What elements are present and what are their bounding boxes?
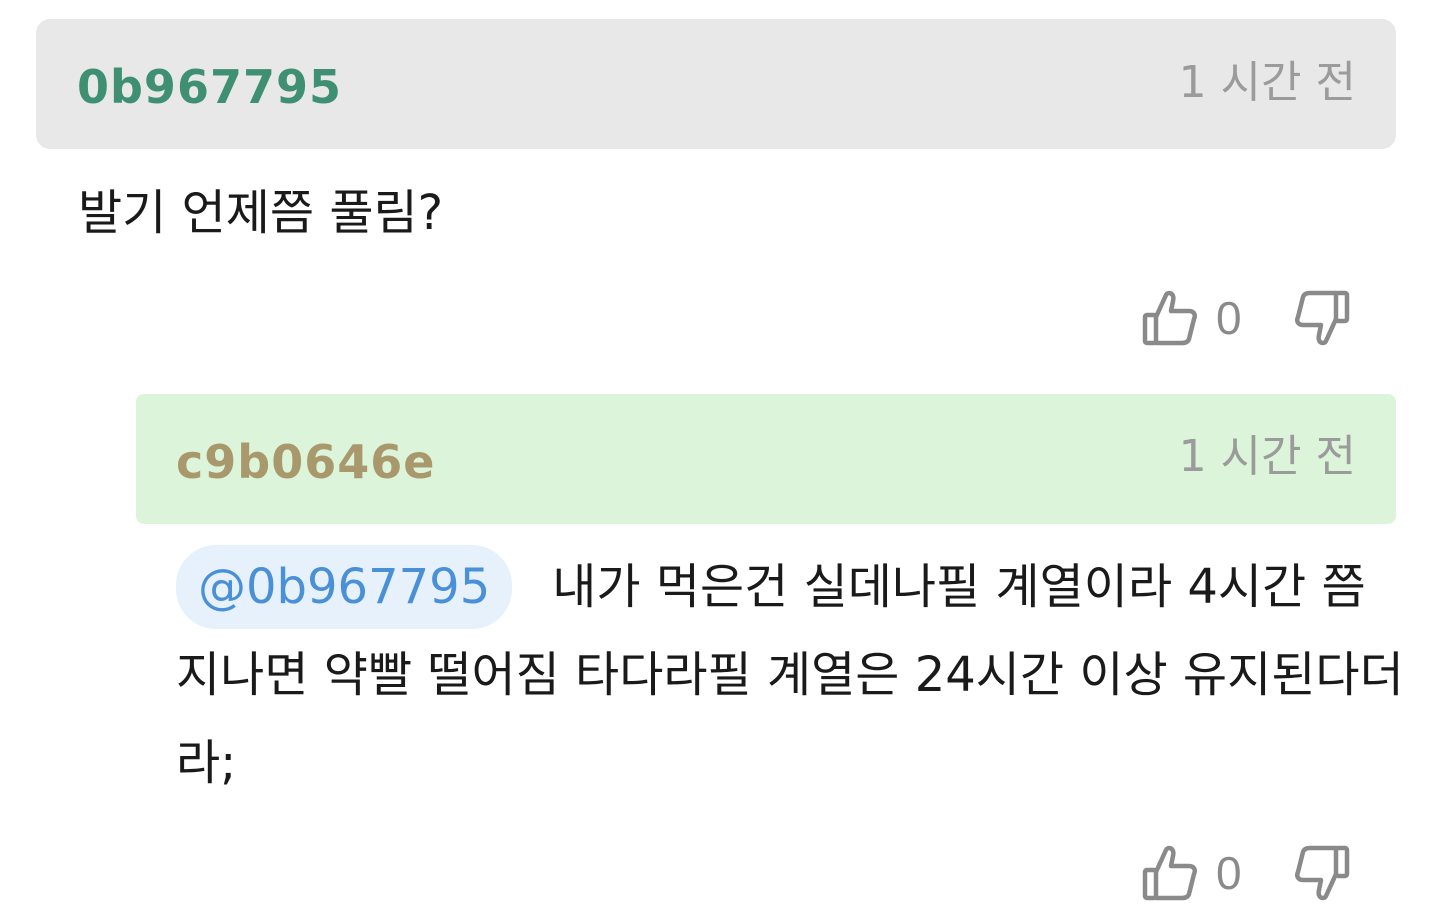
thumbs-up-icon[interactable] (1142, 844, 1198, 902)
reply-votes: 0 (1142, 843, 1350, 903)
mention-tag[interactable]: @0b967795 (176, 545, 513, 629)
thumbs-down-icon[interactable] (1294, 844, 1350, 902)
like-count: 0 (1216, 292, 1242, 344)
reply-body: @0b967795 내가 먹은건 실데나필 계열이라 4시간 쯤 지나면 약빨 떨… (176, 543, 1406, 807)
reply-header: c9b0646e 1 시간 전 (136, 394, 1396, 524)
reply-username[interactable]: c9b0646e (176, 439, 435, 485)
like-count: 0 (1216, 847, 1242, 899)
thumbs-down-icon[interactable] (1294, 289, 1350, 347)
comment-timestamp: 1 시간 전 (1178, 57, 1356, 108)
comment-username[interactable]: 0b967795 (77, 64, 342, 110)
thumbs-up-icon[interactable] (1142, 289, 1198, 347)
comment-votes: 0 (1142, 288, 1350, 348)
comment-text: 발기 언제쯤 풀림? (78, 185, 444, 241)
reply-timestamp: 1 시간 전 (1178, 431, 1356, 482)
comment-header: 0b967795 1 시간 전 (36, 19, 1396, 149)
